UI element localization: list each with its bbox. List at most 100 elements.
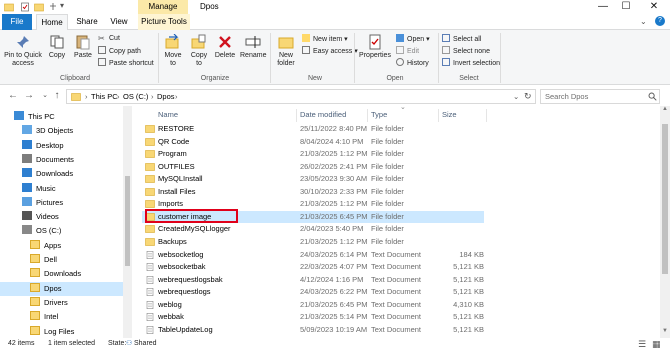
- invert-selection-button[interactable]: Invert selection: [442, 58, 500, 69]
- file-row[interactable]: CreatedMySQLlogger 2/04/2023 5:40 PM File …: [142, 223, 484, 236]
- scroll-up-icon[interactable]: ▲: [662, 106, 668, 112]
- crumb-os-c[interactable]: OS (C:): [123, 90, 148, 103]
- nav-item[interactable]: Apps: [0, 239, 123, 253]
- file-row[interactable]: OUTFILES 26/02/2025 2:41 PM File folder: [142, 161, 484, 174]
- address-dropdown-icon[interactable]: ⌄: [513, 90, 519, 103]
- column-divider: [296, 109, 297, 122]
- file-row[interactable]: weblog 21/03/2025 6:45 PM Text Document 4,3…: [142, 299, 484, 312]
- new-folder-label: New folder: [277, 52, 295, 67]
- crumb-separator-icon: ›: [151, 92, 154, 101]
- tab-file[interactable]: File: [2, 14, 32, 30]
- tab-picture-tools[interactable]: Picture Tools: [138, 14, 190, 30]
- history-button[interactable]: History: [396, 58, 429, 69]
- file-row[interactable]: Backups 21/03/2025 1:12 PM File folder: [142, 236, 484, 249]
- file-date: 4/12/2024 1:16 PM: [300, 274, 364, 284]
- delete-button[interactable]: Delete: [214, 34, 236, 60]
- new-folder-icon[interactable]: [34, 2, 44, 12]
- paste-button[interactable]: Paste: [72, 34, 94, 60]
- nav-item[interactable]: Desktop: [0, 139, 123, 153]
- file-name: weblog: [158, 299, 182, 309]
- file-row[interactable]: RESTORE 25/11/2022 8:40 PM File folder: [142, 123, 484, 136]
- nav-item[interactable]: Intel: [0, 310, 123, 324]
- tab-home[interactable]: Home: [36, 14, 68, 31]
- file-row[interactable]: webrequestlogsbak 4/12/2024 1:16 PM Text D…: [142, 274, 484, 287]
- details-view-icon[interactable]: ☰: [638, 338, 646, 350]
- nav-item[interactable]: Documents: [0, 153, 123, 167]
- copy-path-button[interactable]: Copy path: [98, 46, 141, 57]
- column-header-type[interactable]: Type: [371, 108, 387, 122]
- nav-scrollbar-thumb[interactable]: [125, 176, 130, 266]
- status-selected-count: 1 item selected: [48, 340, 96, 347]
- file-row[interactable]: webrequestlogs 24/03/2025 6:22 PM Text Doc…: [142, 286, 484, 299]
- nav-item[interactable]: 3D Objects: [0, 124, 123, 138]
- properties-icon[interactable]: [20, 2, 30, 12]
- select-none-button[interactable]: Select none: [442, 46, 490, 57]
- properties-icon: [369, 34, 381, 50]
- paste-shortcut-button[interactable]: Paste shortcut: [98, 58, 154, 69]
- new-item-button[interactable]: New item ▾: [302, 34, 348, 45]
- properties-button[interactable]: Properties: [358, 34, 392, 60]
- rename-button[interactable]: Rename: [240, 34, 266, 60]
- edit-button[interactable]: Edit: [396, 46, 419, 57]
- nav-item[interactable]: Log Files: [0, 325, 123, 339]
- copy-to-button[interactable]: Copy to: [188, 34, 210, 68]
- crumb-this-pc[interactable]: This PC: [91, 90, 118, 103]
- folder-icon: [145, 225, 155, 234]
- file-list-scrollbar[interactable]: ▲ ▼: [660, 106, 670, 338]
- file-row[interactable]: Program 21/03/2025 1:12 PM File folder: [142, 148, 484, 161]
- pin-icon[interactable]: [48, 2, 58, 12]
- customize-qat-icon[interactable]: ▾: [60, 1, 64, 10]
- rename-icon: [245, 36, 261, 48]
- tab-share[interactable]: Share: [72, 14, 102, 30]
- file-row[interactable]: websocketlog 24/03/2025 6:14 PM Text Docum…: [142, 249, 484, 262]
- scissors-icon: ✂: [98, 34, 105, 43]
- column-header-date[interactable]: Date modified: [300, 108, 346, 122]
- nav-scrollbar[interactable]: [123, 106, 132, 338]
- ribbon-collapse-icon[interactable]: ⌄: [640, 17, 647, 26]
- move-to-button[interactable]: Move to: [162, 34, 184, 68]
- open-button[interactable]: Open ▾: [396, 34, 430, 45]
- easy-access-button[interactable]: Easy access ▾: [302, 46, 358, 57]
- file-row[interactable]: Install Files 30/10/2023 2:33 PM File fold…: [142, 186, 484, 199]
- address-bar[interactable]: › This PC › OS (C:) › Dpos › ⌄ ↻: [66, 89, 536, 104]
- file-list-scrollbar-thumb[interactable]: [662, 124, 668, 274]
- pin-to-quick-access-button[interactable]: Pin to Quick access: [4, 34, 42, 68]
- nav-item[interactable]: Drivers: [0, 296, 123, 310]
- column-header-name[interactable]: Name: [158, 108, 178, 122]
- up-button[interactable]: ↑: [50, 89, 64, 103]
- maximize-button[interactable]: ☐: [615, 0, 637, 14]
- nav-item[interactable]: Videos: [0, 210, 123, 224]
- file-row[interactable]: webbak 21/03/2025 5:14 PM Text Document 5,1…: [142, 311, 484, 324]
- file-row[interactable]: TableUpdateLog 5/09/2023 10:19 AM Text Doc…: [142, 324, 484, 337]
- search-input[interactable]: Search Dpos: [540, 89, 660, 104]
- select-all-button[interactable]: Select all: [442, 34, 481, 45]
- nav-item[interactable]: OS (C:): [0, 224, 123, 238]
- nav-item[interactable]: Downloads: [0, 267, 123, 281]
- crumb-dpos[interactable]: Dpos: [157, 90, 175, 103]
- nav-item[interactable]: This PC: [0, 110, 123, 124]
- tab-view[interactable]: View: [104, 14, 134, 30]
- close-button[interactable]: ✕: [643, 0, 665, 14]
- open-label: Open: [407, 36, 425, 43]
- nav-item[interactable]: Pictures: [0, 196, 123, 210]
- nav-item[interactable]: Downloads: [0, 167, 123, 181]
- large-icons-view-icon[interactable]: ▦: [652, 338, 661, 350]
- cut-button[interactable]: ✂ Cut: [98, 34, 120, 44]
- minimize-button[interactable]: —: [592, 0, 614, 14]
- copy-button[interactable]: Copy: [46, 34, 68, 60]
- nav-item[interactable]: Dell: [0, 253, 123, 267]
- nav-item[interactable]: Dpos: [0, 281, 123, 296]
- file-row[interactable]: QR Code 8/04/2024 4:10 PM File folder: [142, 136, 484, 149]
- refresh-icon[interactable]: ↻: [524, 90, 532, 103]
- group-divider: [270, 33, 271, 83]
- tab-manage[interactable]: Manage: [138, 0, 188, 14]
- help-icon[interactable]: ?: [655, 16, 665, 26]
- back-button[interactable]: ←: [6, 89, 20, 103]
- new-folder-button[interactable]: New folder: [274, 34, 298, 68]
- column-header-size[interactable]: Size: [442, 108, 457, 122]
- forward-button[interactable]: →: [22, 89, 36, 103]
- file-row[interactable]: websocketbak 22/03/2025 4:07 PM Text Docum…: [142, 261, 484, 274]
- file-row[interactable]: MySQLInstall 23/05/2023 9:30 AM File folde…: [142, 173, 484, 186]
- scroll-down-icon[interactable]: ▼: [662, 328, 668, 334]
- nav-item[interactable]: Music: [0, 182, 123, 196]
